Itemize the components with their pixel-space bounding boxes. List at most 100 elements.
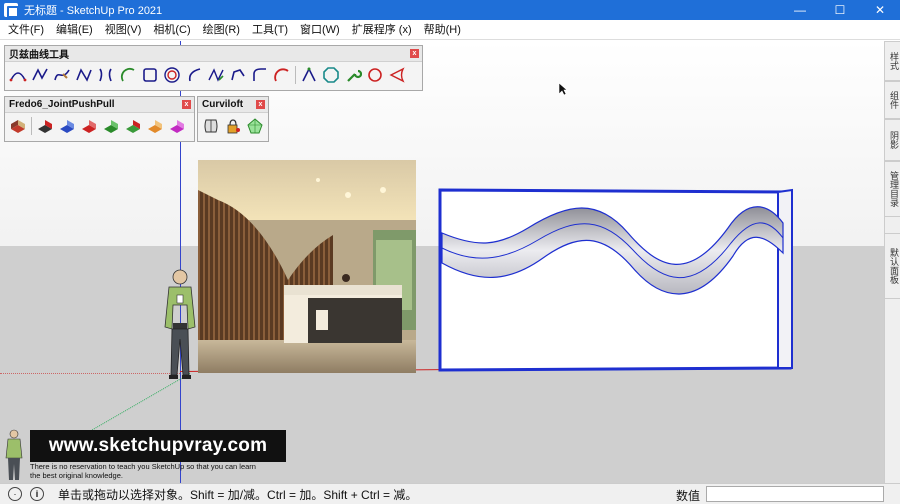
menu-extensions[interactable]: 扩展程序 (x) [346, 20, 418, 40]
corner-curve-icon [253, 68, 266, 81]
divider-curve-tool[interactable] [183, 65, 205, 85]
spline-tool[interactable] [73, 65, 95, 85]
vector-pushpull-tool[interactable] [34, 116, 56, 136]
watermark-caption-line1: There is no reservation to teach you Ske… [30, 462, 256, 471]
rounded-square-icon [143, 68, 157, 82]
rectangle-curve-tool[interactable] [139, 65, 161, 85]
skinning-tool[interactable] [222, 116, 244, 136]
tray-tab-outliner[interactable]: 管理目录 [885, 161, 900, 217]
skinning-icon [227, 119, 240, 134]
toolbar-bezier-curves: 贝兹曲线工具 x [4, 45, 423, 91]
catmull-tool[interactable] [95, 65, 117, 85]
arc-curve-tool[interactable] [117, 65, 139, 85]
pushpull-orange-icon [148, 120, 162, 133]
close-button[interactable]: ✕ [860, 0, 900, 20]
toolbar-separator [295, 66, 296, 84]
pushpull-blue-icon [60, 120, 74, 133]
revert-pushpull-tool[interactable] [78, 116, 100, 136]
wave-panel-model[interactable] [438, 188, 794, 372]
normal-pushpull-tool[interactable] [56, 116, 78, 136]
tray-tab-components[interactable]: 组件 [885, 81, 900, 119]
reference-photo[interactable] [198, 160, 416, 373]
loft-along-path-tool[interactable] [244, 116, 266, 136]
info-icon[interactable]: i [30, 487, 44, 501]
menu-view[interactable]: 视图(V) [99, 20, 148, 40]
window-title: 无标题 - SketchUp Pro 2021 [24, 5, 163, 17]
loft-by-spline-tool[interactable] [200, 116, 222, 136]
toolbar-title[interactable]: 贝兹曲线工具 x [5, 46, 422, 62]
polyline-icon [32, 68, 48, 81]
fan-curve-icon [389, 67, 405, 83]
menu-bar: 文件(F) 编辑(E) 视图(V) 相机(C) 绘图(R) 工具(T) 窗口(W… [0, 20, 900, 40]
wrench-icon [347, 69, 362, 82]
polyline-tool[interactable] [29, 65, 51, 85]
extrude-pushpull-tool[interactable] [144, 116, 166, 136]
joint-pushpull-tool[interactable] [7, 116, 29, 136]
spiral-tool[interactable] [161, 65, 183, 85]
circle-curve-tool[interactable] [364, 65, 386, 85]
follow-pushpull-tool[interactable] [166, 116, 188, 136]
measurements-label: 数值 [676, 489, 701, 503]
toolbar-fredo-tools [5, 113, 194, 139]
volume-pushpull-tool[interactable] [100, 116, 122, 136]
toolbar-close-icon[interactable]: x [182, 100, 191, 109]
toolbar-close-icon[interactable]: x [256, 100, 265, 109]
octagon-icon [323, 67, 339, 83]
curve-icon [188, 68, 201, 82]
toolbar-curviloft: Curviloft x [197, 96, 269, 142]
red-arc-icon [274, 68, 289, 82]
f-spline-tool[interactable] [205, 65, 227, 85]
watermark-caption-line2: the best original knowledge. [30, 471, 123, 480]
u-curve-icon [231, 69, 245, 81]
freehand-icon [54, 69, 70, 81]
toolbar-separator [31, 117, 32, 135]
pushpull-magenta-icon [170, 120, 184, 133]
toolbar-curviloft-tools [198, 113, 268, 139]
red-arc-tool[interactable] [271, 65, 293, 85]
spline-icon [76, 68, 92, 82]
mouse-cursor-icon [558, 82, 568, 96]
toolbar-title[interactable]: Fredo6_JointPushPull x [5, 97, 194, 113]
curve-settings-tool[interactable] [342, 65, 364, 85]
status-bar: · i 单击或拖动以选择对象。Shift = 加/减。Ctrl = 加。Shif… [0, 483, 900, 504]
pushpull-red2-icon [82, 120, 96, 133]
toolbar-close-icon[interactable]: x [410, 49, 419, 58]
watermark-caption: There is no reservation to teach you Ske… [30, 462, 300, 480]
arc-icon [120, 67, 135, 82]
thicken-pushpull-tool[interactable] [122, 116, 144, 136]
circle-icon [368, 68, 382, 82]
menu-tools[interactable]: 工具(T) [246, 20, 294, 40]
geo-location-icon[interactable]: · [8, 487, 22, 501]
toolbar-fredo6-jointpushpull: Fredo6_JointPushPull x [4, 96, 195, 142]
u-spline-tool[interactable] [227, 65, 249, 85]
menu-draw[interactable]: 绘图(R) [197, 20, 246, 40]
menu-help[interactable]: 帮助(H) [418, 20, 467, 40]
menu-camera[interactable]: 相机(C) [147, 20, 196, 40]
bezier-curve-icon [9, 72, 27, 82]
scale-figure-person[interactable] [158, 265, 202, 383]
measurements-input[interactable] [706, 486, 884, 502]
bezier-classic-tool[interactable] [7, 65, 29, 85]
maximize-button[interactable]: ☐ [820, 0, 860, 20]
tray-tab-shadows[interactable]: 阴影 [885, 119, 900, 161]
fan-curve-tool[interactable] [386, 65, 408, 85]
toolbar-bezier-tools [5, 62, 422, 88]
polygon-curve-tool[interactable] [320, 65, 342, 85]
sketchup-app-icon [4, 3, 19, 18]
menu-window[interactable]: 窗口(W) [294, 20, 346, 40]
menu-file[interactable]: 文件(F) [2, 20, 50, 40]
minimize-button[interactable]: — [780, 0, 820, 20]
toolbar-title[interactable]: Curviloft x [198, 97, 268, 113]
pushpull-green2-icon [126, 120, 140, 133]
catmull-icon [99, 68, 112, 82]
freehand-tool[interactable] [51, 65, 73, 85]
toolbar-bezier-title: 贝兹曲线工具 [9, 50, 69, 61]
loft-path-icon [247, 118, 263, 134]
corner-curve-tool[interactable] [249, 65, 271, 85]
menu-edit[interactable]: 编辑(E) [50, 20, 99, 40]
tray-tab-styles[interactable]: 样式 [885, 41, 900, 81]
pushpull-red-icon [11, 120, 25, 133]
pushpull-green-icon [104, 120, 118, 133]
tray-tab-default[interactable]: 默认面板 [885, 233, 900, 299]
edit-curve-tool[interactable] [298, 65, 320, 85]
